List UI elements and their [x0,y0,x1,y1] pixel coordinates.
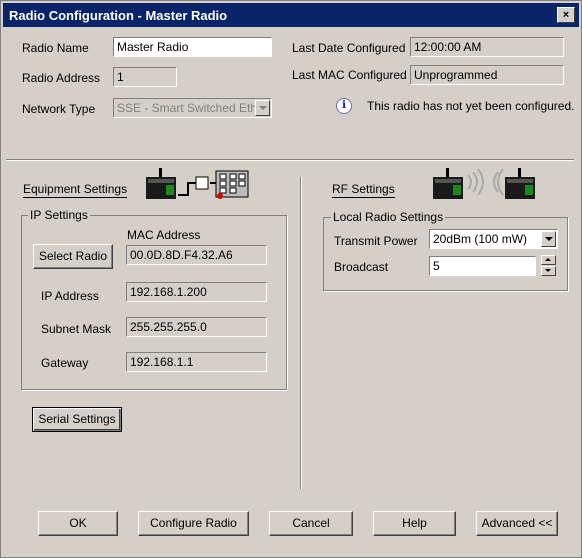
subnet-mask-field: 255.255.255.0 [126,317,267,337]
radio-name-label: Radio Name [22,41,89,55]
info-icon: i [336,98,352,114]
broadcast-input[interactable]: 5 [429,256,536,276]
serial-settings-button[interactable]: Serial Settings [32,407,122,432]
equipment-settings-label: Equipment Settings [23,182,128,198]
spin-up-icon[interactable] [541,255,556,265]
network-type-select: SSE - Smart Switched Eth [113,98,272,118]
close-button[interactable]: × [557,7,575,23]
rf-radios-icon [433,168,535,199]
horizontal-divider [6,159,574,161]
select-radio-button[interactable]: Select Radio [33,244,113,269]
close-icon: × [562,9,570,21]
rf-settings-label: RF Settings [332,182,395,198]
help-button[interactable]: Help [373,511,456,536]
window-title: Radio Configuration - Master Radio [9,8,228,23]
gateway-field: 192.168.1.1 [126,352,267,372]
spin-down-icon[interactable] [541,266,556,276]
gateway-label: Gateway [41,356,89,370]
network-type-value: SSE - Smart Switched Eth [117,101,258,115]
network-type-label: Network Type [22,102,96,116]
local-radio-settings-group-title: Local Radio Settings [331,210,446,224]
chevron-down-icon[interactable] [541,231,556,247]
radio-configuration-dialog: Radio Configuration - Master Radio × Rad… [0,0,582,558]
transmit-power-select[interactable]: 20dBm (100 mW) [429,229,558,249]
ip-settings-group-title: IP Settings [28,208,90,222]
equipment-devices-icon [146,168,249,199]
cancel-button[interactable]: Cancel [269,511,353,536]
last-mac-configured-label: Last MAC Configured [292,68,407,82]
radio-name-input[interactable]: Master Radio [113,37,272,57]
chevron-down-icon [255,100,270,116]
title-bar[interactable]: Radio Configuration - Master Radio × [3,3,579,27]
vertical-divider [300,177,302,489]
broadcast-label: Broadcast [334,260,389,274]
mac-address-field: 00.0D.8D.F4.32.A6 [126,245,267,265]
transmit-power-label: Transmit Power [334,234,418,248]
ip-address-label: IP Address [41,289,99,303]
last-date-configured-field: 12:00:00 AM [410,37,564,57]
radio-address-field: 1 [113,67,177,87]
last-date-configured-label: Last Date Configured [292,41,406,55]
mac-address-label: MAC Address [127,228,201,242]
last-mac-configured-field: Unprogrammed [410,65,564,85]
radio-address-label: Radio Address [22,71,101,85]
configure-radio-button[interactable]: Configure Radio [138,511,249,536]
subnet-mask-label: Subnet Mask [41,322,112,336]
ip-address-field: 192.168.1.200 [126,282,267,302]
info-message: This radio has not yet been configured. [367,99,575,113]
transmit-power-value: 20dBm (100 mW) [433,232,528,246]
advanced-button[interactable]: Advanced << [476,511,558,536]
ok-button[interactable]: OK [38,511,118,536]
